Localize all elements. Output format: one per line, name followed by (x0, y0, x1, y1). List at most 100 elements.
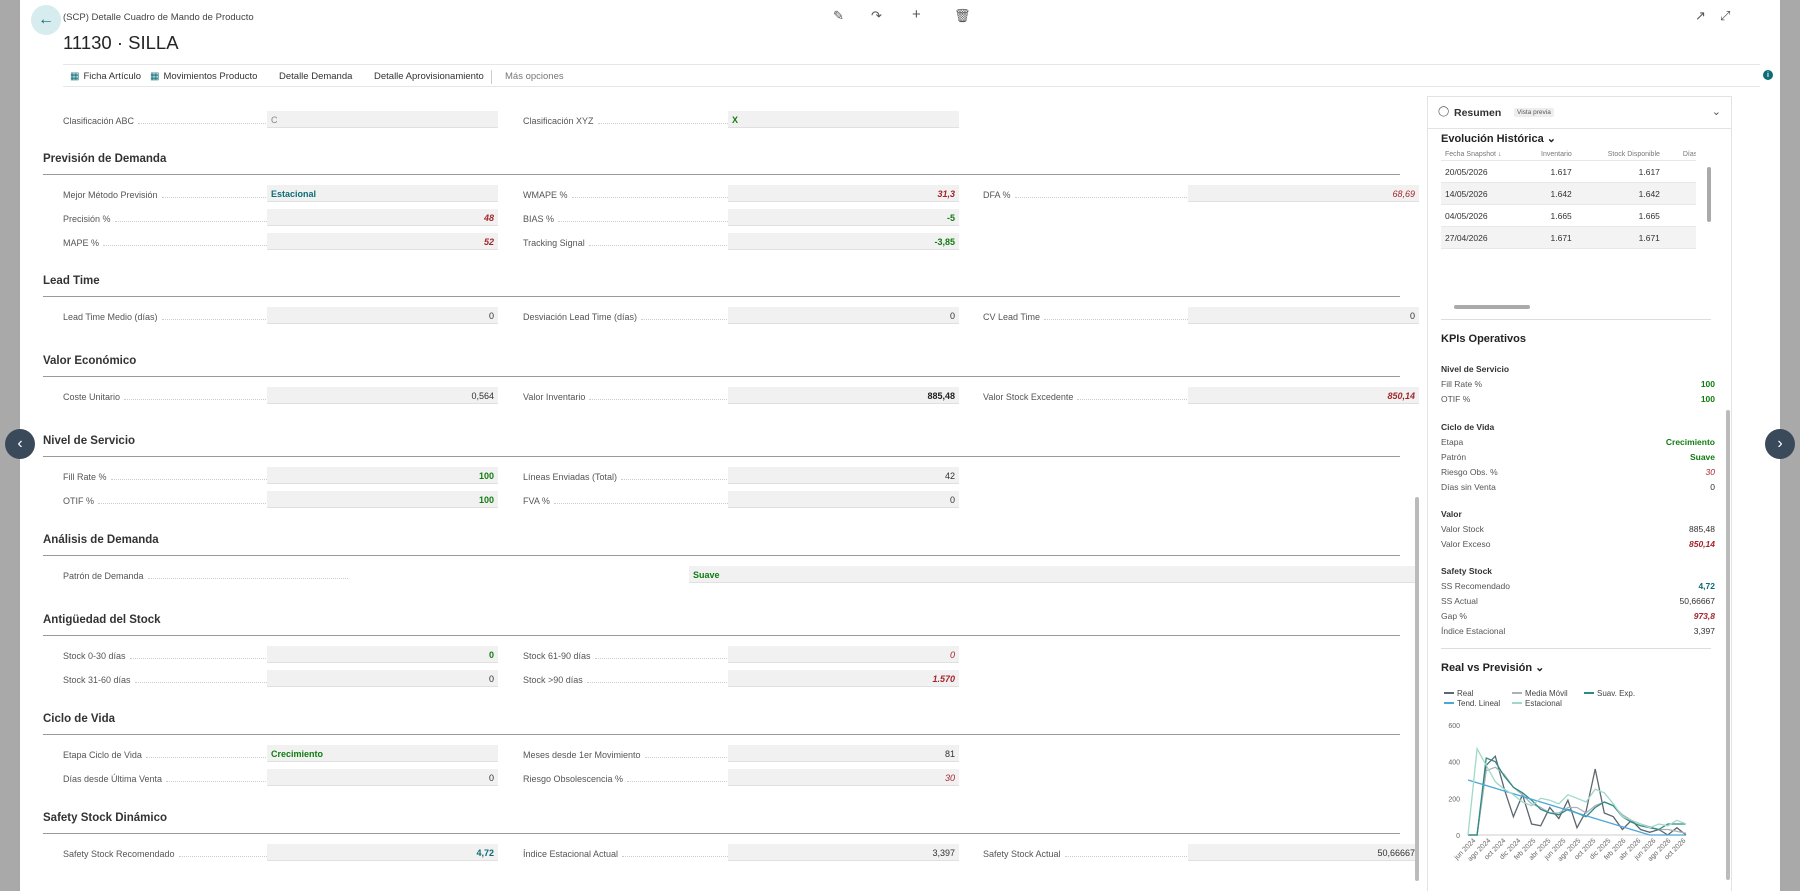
p-ssrec-value: 4,72 (1698, 581, 1715, 591)
collapse-icon[interactable]: ⤢ (1720, 8, 1730, 24)
hist-title[interactable]: Evolución Histórica ⌄ (1441, 132, 1556, 145)
section-valor[interactable]: Valor Económico (43, 355, 1400, 377)
hist-cell (1663, 204, 1696, 227)
p-patron-value: Suave (1689, 452, 1715, 462)
ss-ind-field[interactable]: 3,397 (728, 844, 959, 861)
hist-row[interactable]: 14/05/2026 1.642 1.642 (1441, 182, 1696, 205)
hist-row[interactable]: 04/05/2026 1.665 1.665 (1441, 204, 1696, 227)
ss-act-field[interactable]: 50,66667 (1188, 844, 1419, 861)
stock-90-field[interactable]: 1.570 (728, 670, 959, 687)
section-safety-stock[interactable]: Safety Stock Dinámico (43, 812, 1400, 834)
hist-body: 20/05/2026 1.617 1.617 14/05/2026 1.642 1.642… (1441, 160, 1696, 249)
delete-icon[interactable]: 🗑 (954, 8, 971, 24)
otif-field[interactable]: 100 (267, 491, 498, 508)
panel-scrollbar[interactable] (1726, 410, 1730, 880)
dias-field[interactable]: 0 (267, 769, 498, 786)
etapa-field[interactable]: Crecimiento (267, 745, 498, 762)
hist-cell: 1.672 (1575, 248, 1664, 249)
meses-label: Meses desde 1er Movimiento (523, 750, 844, 760)
meses-field[interactable]: 81 (728, 745, 959, 762)
mas-opciones-button[interactable]: Más opciones (505, 71, 564, 82)
hist-col-header[interactable]: Inventario (1519, 149, 1576, 161)
action-label: Ficha Artículo (83, 71, 142, 82)
real-vs-prevision-chart: Real Media Móvil Suav. Exp. Tend. Lineal Est… (1444, 689, 1687, 863)
section-antiguedad[interactable]: Antigüedad del Stock (43, 614, 1400, 636)
p-otif-label: OTIF % (1441, 394, 1471, 404)
share-icon[interactable]: ↷ (871, 8, 882, 24)
metodo-label: Mejor Método Previsión (63, 190, 361, 200)
previous-record-button[interactable]: ‹ (5, 429, 35, 459)
hist-row[interactable]: 20/05/2026 1.617 1.617 (1441, 160, 1696, 183)
lt-desv-label: Desviación Lead Time (días) (523, 312, 842, 322)
lt-cv-field[interactable]: 0 (1188, 307, 1419, 324)
patron-label: Patrón de Demanda (63, 571, 347, 581)
mape-field[interactable]: 52 (267, 233, 498, 250)
hist-cell: 14/05/2026 (1441, 182, 1519, 205)
stock-61-90-field[interactable]: 0 (728, 646, 959, 663)
section-nivel-servicio[interactable]: Nivel de Servicio (43, 435, 1400, 457)
metodo-field[interactable]: Estacional (267, 185, 498, 202)
valor-inv-field[interactable]: 885,48 (728, 387, 959, 404)
hist-col-header[interactable]: Stock Disponible (1576, 149, 1664, 161)
hist-table: Fecha Snapshot ↓ Inventario Stock Disponib… (1441, 149, 1696, 249)
edit-icon[interactable]: ✎ (833, 8, 844, 24)
info-icon[interactable]: i (1763, 70, 1773, 80)
hist-row[interactable]: 24/04/20261.6721.672 (1441, 248, 1696, 249)
coste-field[interactable]: 0,564 (267, 387, 498, 404)
main-scrollbar[interactable] (1415, 497, 1419, 881)
stock-31-60-field[interactable]: 0 (267, 670, 498, 687)
patron-field[interactable]: Suave (689, 566, 1419, 583)
divider (63, 64, 1760, 65)
ficha-articulo-button[interactable]: ▦ Ficha Artículo (70, 71, 141, 82)
action-label: Movimientos Producto (163, 71, 258, 82)
hist-header-row: Fecha Snapshot ↓ Inventario Stock Disponib… (1441, 149, 1696, 161)
open-new-window-icon[interactable]: ↗ (1695, 8, 1706, 24)
lineas-field[interactable]: 42 (728, 467, 959, 484)
hist-table-wrap: Fecha Snapshot ↓ Inventario Stock Disponib… (1441, 149, 1696, 249)
section-analisis-demanda[interactable]: Análisis de Demanda (43, 534, 1400, 556)
chart-title[interactable]: Real vs Previsión ⌄ (1441, 661, 1544, 674)
add-icon[interactable]: + (912, 6, 921, 23)
section-lead-time[interactable]: Lead Time (43, 275, 1400, 297)
valor-exc-field[interactable]: 850,14 (1188, 387, 1419, 404)
section-prevision[interactable]: Previsión de Demanda (43, 153, 1400, 175)
wmape-field[interactable]: 31,3 (728, 185, 959, 202)
chart-title-label: Real vs Previsión (1441, 662, 1533, 674)
hist-vscroll[interactable] (1707, 167, 1711, 222)
stock-0-30-field[interactable]: 0 (267, 646, 498, 663)
lt-desv-field[interactable]: 0 (728, 307, 959, 324)
lt-medio-field[interactable]: 0 (267, 307, 498, 324)
etapa-label: Etapa Ciclo de Vida (63, 750, 346, 760)
fill-field[interactable]: 100 (267, 467, 498, 484)
movimientos-producto-button[interactable]: ▦ Movimientos Producto (150, 71, 257, 82)
hist-row[interactable]: 27/04/2026 1.671 1.671 (1441, 226, 1696, 249)
wmape-label: WMAPE % (523, 190, 769, 200)
tracking-field[interactable]: -3,85 (728, 233, 959, 250)
hist-col-header[interactable]: Días de (1664, 149, 1696, 161)
ss-rec-field[interactable]: 4,72 (267, 844, 498, 861)
hist-col-header[interactable]: Fecha Snapshot ↓ (1441, 149, 1519, 161)
detalle-demanda-button[interactable]: Detalle Demanda (279, 71, 352, 82)
xyz-field[interactable]: X (728, 111, 959, 128)
p-ssact-value: 50,66667 (1679, 596, 1715, 606)
back-button[interactable]: ← (31, 5, 61, 35)
divider (491, 70, 492, 84)
p-gap-value: 973,8 (1693, 611, 1715, 621)
hist-cell: 20/05/2026 (1441, 160, 1519, 183)
abc-field[interactable]: C (267, 111, 498, 128)
detalle-aprovisionamiento-button[interactable]: Detalle Aprovisionamiento (374, 71, 484, 82)
hist-cell: 1.617 (1519, 160, 1576, 183)
precision-field[interactable]: 48 (267, 209, 498, 226)
hist-cell (1663, 160, 1696, 183)
factbox-header: ◯ Resumen Vista previa ⌄ (1428, 97, 1731, 129)
lt-cv-label: CV Lead Time (983, 312, 1245, 322)
riesgo-field[interactable]: 30 (728, 769, 959, 786)
bias-field[interactable]: -5 (728, 209, 959, 226)
hist-hscroll[interactable] (1454, 305, 1530, 309)
hist-cell: 1.642 (1575, 182, 1664, 205)
section-ciclo-vida[interactable]: Ciclo de Vida (43, 713, 1400, 735)
next-record-button[interactable]: › (1765, 429, 1795, 459)
dfa-field[interactable]: 68,69 (1188, 185, 1419, 202)
chevron-down-icon[interactable]: ⌄ (1712, 105, 1721, 118)
fva-field[interactable]: 0 (728, 491, 959, 508)
